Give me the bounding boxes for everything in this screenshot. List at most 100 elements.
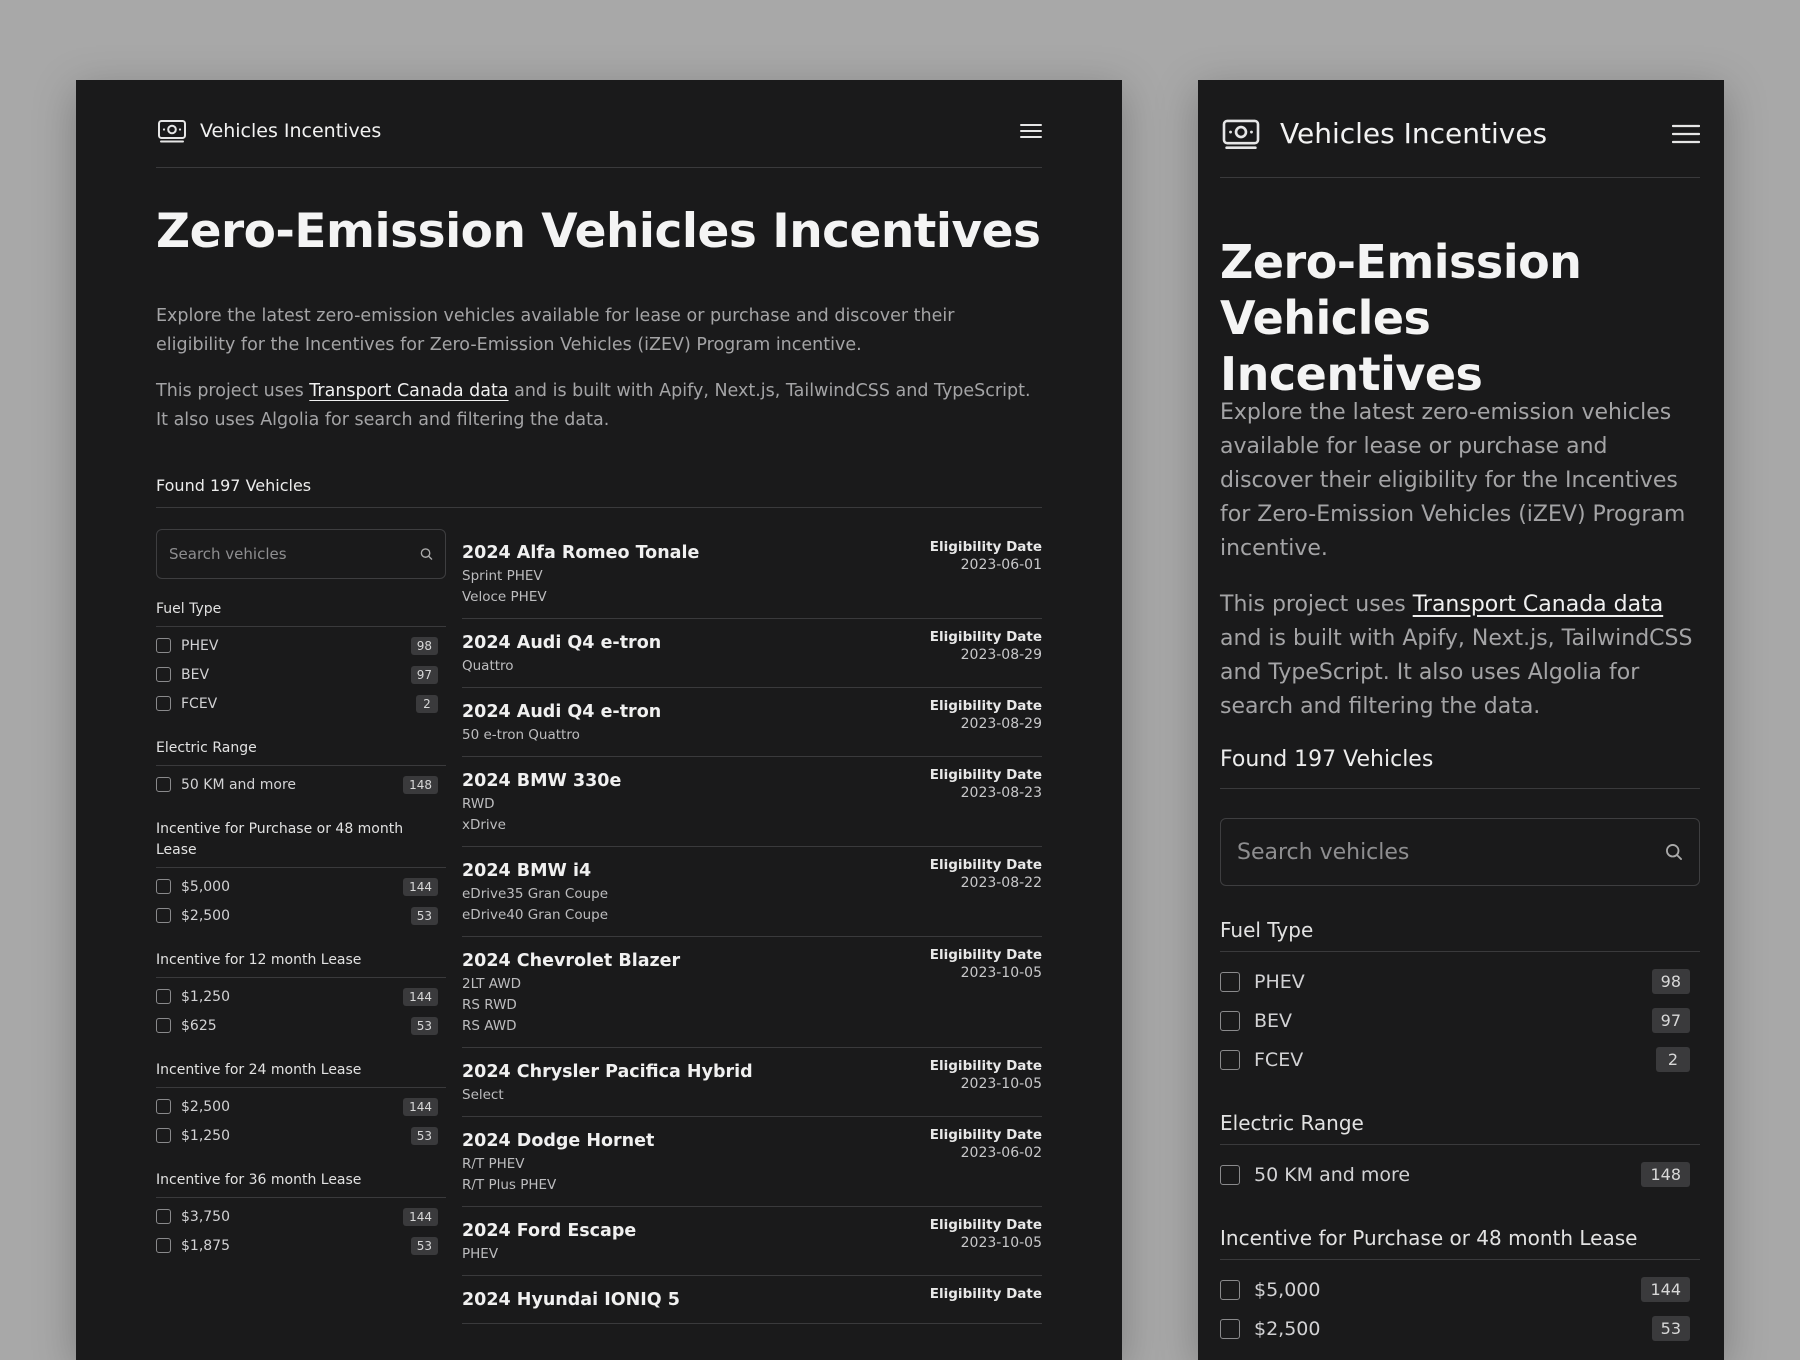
eligibility-label: Eligibility Date <box>929 629 1042 645</box>
vehicle-row[interactable]: 2024 BMW 330e RWD xDrive Eligibility Date 2… <box>462 757 1042 847</box>
vehicle-name: 2024 BMW 330e <box>462 771 622 791</box>
eligibility-label: Eligibility Date <box>929 1286 1042 1302</box>
checkbox[interactable] <box>156 1018 171 1033</box>
filter-option-5000[interactable]: $5,000 144 <box>156 872 446 901</box>
checkbox[interactable] <box>1220 971 1240 992</box>
vehicle-name: 2024 Audi Q4 e-tron <box>462 633 662 653</box>
filter-option-label: $2,500 <box>181 907 230 924</box>
checkbox[interactable] <box>156 667 171 682</box>
vehicle-name: 2024 Ford Escape <box>462 1221 637 1241</box>
money-bill-icon <box>1220 117 1262 151</box>
filter-option-50km[interactable]: 50 KM and more 148 <box>156 770 446 799</box>
brand[interactable]: Vehicles Incentives <box>156 109 381 153</box>
eligibility-label: Eligibility Date <box>929 1058 1042 1074</box>
filter-option-1250[interactable]: $1,250 53 <box>156 1121 446 1150</box>
hamburger-menu-icon[interactable] <box>1020 123 1042 139</box>
eligibility-label: Eligibility Date <box>929 767 1042 783</box>
vehicle-row[interactable]: 2024 Alfa Romeo Tonale Sprint PHEV Veloce … <box>462 529 1042 619</box>
search-input[interactable] <box>157 530 445 578</box>
project-paragraph: This project uses Transport Canada data … <box>1220 588 1700 724</box>
filter-option-5000[interactable]: $5,000 144 <box>1220 1270 1700 1309</box>
filter-option-50km[interactable]: 50 KM and more 148 <box>1220 1155 1700 1194</box>
count-badge: 144 <box>403 1097 438 1116</box>
checkbox[interactable] <box>156 696 171 711</box>
filter-option-bev[interactable]: BEV 97 <box>156 660 446 689</box>
filter-option-label: $5,000 <box>181 878 230 895</box>
checkbox[interactable] <box>156 1238 171 1253</box>
count-badge: 98 <box>1651 969 1690 994</box>
filter-option-label: PHEV <box>181 637 219 654</box>
eligibility-label: Eligibility Date <box>929 698 1042 714</box>
count-badge: 144 <box>403 1207 438 1226</box>
filter-option-3750[interactable]: $3,750 144 <box>156 1202 446 1231</box>
top-nav: Vehicles Incentives <box>156 108 1042 168</box>
eligibility-label: Eligibility Date <box>929 857 1042 873</box>
search-icon[interactable] <box>1665 843 1683 861</box>
checkbox[interactable] <box>1220 1164 1240 1185</box>
checkbox[interactable] <box>156 638 171 653</box>
eligibility-label: Eligibility Date <box>929 1127 1042 1143</box>
vehicle-trim: RS AWD <box>462 1018 517 1034</box>
vehicle-row[interactable]: 2024 Audi Q4 e-tron 50 e-tron Quattro Eli… <box>462 688 1042 757</box>
vehicle-trim: PHEV <box>462 1246 499 1262</box>
checkbox[interactable] <box>156 879 171 894</box>
brand[interactable]: Vehicles Incentives <box>1220 117 1547 151</box>
filter-option-1250[interactable]: $1,250 144 <box>156 982 446 1011</box>
filter-group-electric-range: Electric Range 50 KM and more 148 <box>1220 1109 1700 1194</box>
checkbox[interactable] <box>1220 1279 1240 1300</box>
filter-option-bev[interactable]: BEV 97 <box>1220 1001 1700 1040</box>
checkbox[interactable] <box>156 1099 171 1114</box>
vehicle-row[interactable]: 2024 Audi Q4 e-tron Quattro Eligibility D… <box>462 619 1042 688</box>
intro-paragraph: Explore the latest zero-emission vehicle… <box>1220 400 1686 561</box>
hamburger-menu-icon[interactable] <box>1672 124 1700 144</box>
transport-canada-link[interactable]: Transport Canada data <box>1413 592 1664 617</box>
top-nav: Vehicles Incentives <box>1220 104 1700 178</box>
vehicle-trim: Select <box>462 1087 504 1103</box>
filters-sidebar: Fuel Type PHEV 98 BEV 97 FCEV 2 Electric Ra… <box>156 529 446 1260</box>
checkbox[interactable] <box>1220 1318 1240 1339</box>
checkbox[interactable] <box>1220 1049 1240 1070</box>
money-bill-icon <box>156 118 188 144</box>
filters-panel: Fuel Type PHEV 98 BEV 97 FCEV 2 Electric Ra… <box>1220 818 1700 1348</box>
desktop-view: Vehicles Incentives Zero-Emission Vehicl… <box>76 80 1122 1360</box>
filter-group-fuel-type: Fuel Type PHEV 98 BEV 97 FCEV 2 <box>156 599 446 718</box>
vehicle-row[interactable]: 2024 Ford Escape PHEV Eligibility Date 202… <box>462 1207 1042 1276</box>
filter-option-phev[interactable]: PHEV 98 <box>156 631 446 660</box>
count-badge: 144 <box>1641 1277 1690 1302</box>
count-badge: 97 <box>410 665 438 684</box>
checkbox[interactable] <box>156 1209 171 1224</box>
checkbox[interactable] <box>156 1128 171 1143</box>
count-badge: 2 <box>416 694 438 713</box>
filter-option-label: $3,750 <box>181 1208 230 1225</box>
checkbox[interactable] <box>1220 1010 1240 1031</box>
filter-group-fuel-type: Fuel Type PHEV 98 BEV 97 FCEV 2 <box>1220 916 1700 1079</box>
vehicle-trim: Sprint PHEV <box>462 568 543 584</box>
eligibility-label: Eligibility Date <box>929 947 1042 963</box>
vehicle-row[interactable]: 2024 Hyundai IONIQ 5 Eligibility Date <box>462 1276 1042 1324</box>
checkbox[interactable] <box>156 777 171 792</box>
filter-group-title: Incentive for 12 month Lease <box>156 950 446 978</box>
filter-option-1875[interactable]: $1,875 53 <box>156 1231 446 1260</box>
search-icon[interactable] <box>420 548 433 561</box>
vehicle-row[interactable]: 2024 Chrysler Pacifica Hybrid Select Elig… <box>462 1048 1042 1117</box>
filter-option-2500[interactable]: $2,500 53 <box>156 901 446 930</box>
filter-option-2500[interactable]: $2,500 53 <box>1220 1309 1700 1348</box>
eligibility-date: 2023-06-01 <box>960 557 1042 573</box>
filter-option-phev[interactable]: PHEV 98 <box>1220 962 1700 1001</box>
filter-group-title: Electric Range <box>1220 1109 1700 1145</box>
filter-option-625[interactable]: $625 53 <box>156 1011 446 1040</box>
vehicle-trim: eDrive40 Gran Coupe <box>462 907 609 923</box>
search-input[interactable] <box>1221 819 1699 885</box>
vehicle-row[interactable]: 2024 Chevrolet Blazer 2LT AWD RS RWD RS AWD… <box>462 937 1042 1048</box>
vehicle-row[interactable]: 2024 Dodge Hornet R/T PHEV R/T Plus PHEV E… <box>462 1117 1042 1207</box>
checkbox[interactable] <box>156 908 171 923</box>
checkbox[interactable] <box>156 989 171 1004</box>
transport-canada-link[interactable]: Transport Canada data <box>309 381 508 401</box>
filter-option-2500[interactable]: $2,500 144 <box>156 1092 446 1121</box>
filter-option-fcev[interactable]: FCEV 2 <box>1220 1040 1700 1079</box>
eligibility-date: 2023-10-05 <box>960 1235 1042 1251</box>
brand-name: Vehicles Incentives <box>200 119 382 142</box>
filter-option-fcev[interactable]: FCEV 2 <box>156 689 446 718</box>
vehicle-row[interactable]: 2024 BMW i4 eDrive35 Gran Coupe eDrive40 G… <box>462 847 1042 937</box>
page-title: Zero-Emission Vehicles Incentives <box>156 204 1041 259</box>
